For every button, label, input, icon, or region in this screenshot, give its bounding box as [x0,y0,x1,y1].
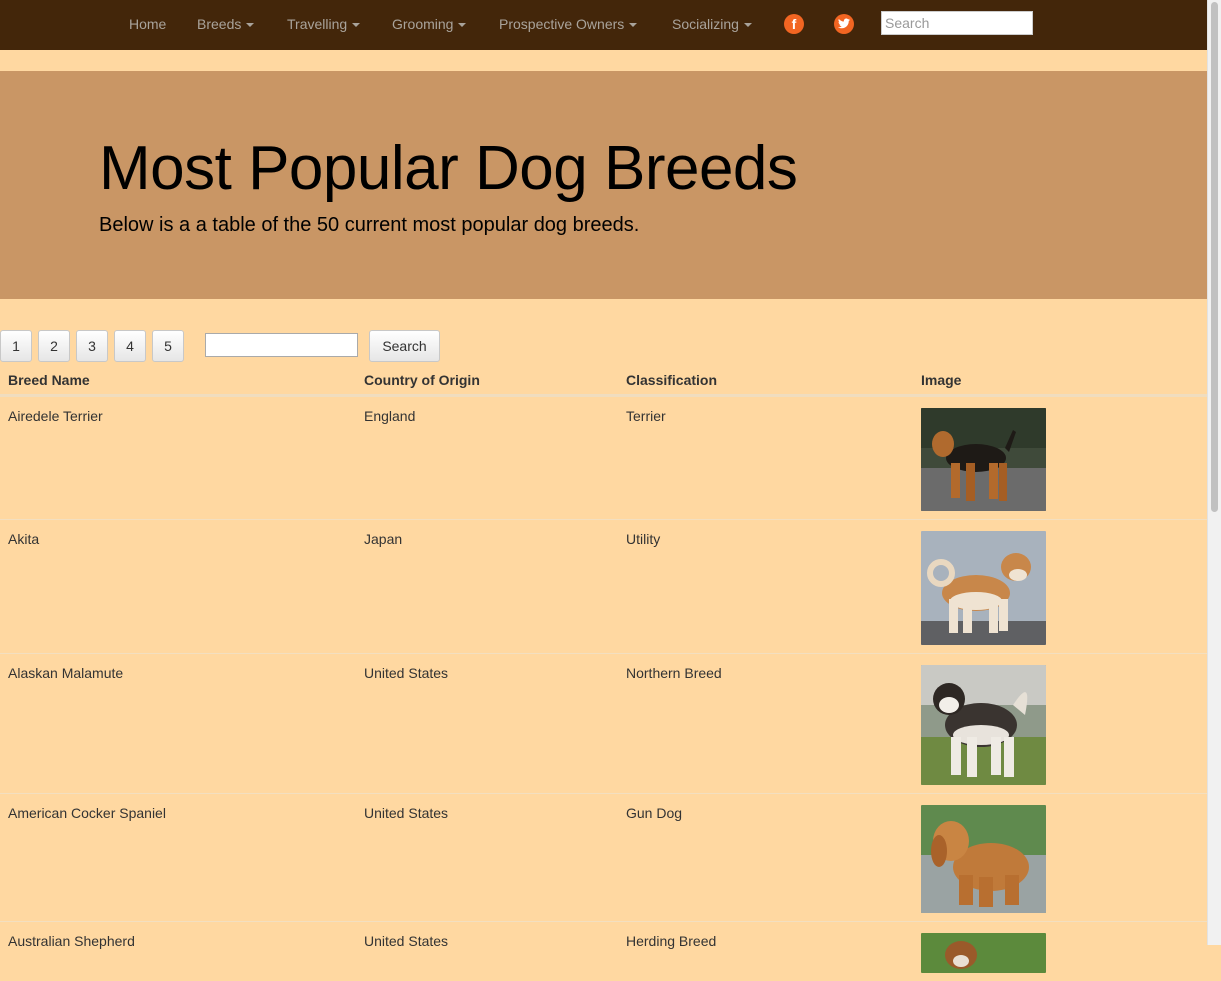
alaskan-malamute-photo [921,665,1046,785]
country-cell: United States [356,922,618,981]
country-cell: United States [356,654,618,794]
country-cell: Japan [356,520,618,654]
column-header-country[interactable]: Country of Origin [356,366,618,396]
nav-socializing-label: Socializing [672,16,739,32]
page-title: Most Popular Dog Breeds [99,133,797,204]
nav-breeds[interactable]: Breeds [197,0,254,50]
american-cocker-spaniel-photo [921,805,1046,913]
column-header-breed-name[interactable]: Breed Name [0,366,356,396]
table-row: Australian Shepherd United States Herdin… [0,922,1207,981]
chevron-down-icon [352,23,360,27]
breed-name-cell: Australian Shepherd [0,922,356,981]
chevron-down-icon [246,23,254,27]
classification-cell: Gun Dog [618,794,913,922]
nav-travelling[interactable]: Travelling [287,0,360,50]
image-cell [913,794,1207,922]
page-button-5[interactable]: 5 [152,330,184,362]
classification-cell: Terrier [618,396,913,520]
country-cell: United States [356,794,618,922]
breed-table: Breed Name Country of Origin Classificat… [0,366,1207,981]
page-button-4[interactable]: 4 [114,330,146,362]
column-header-classification[interactable]: Classification [618,366,913,396]
column-header-image[interactable]: Image [913,366,1207,396]
akita-photo [921,531,1046,645]
nav-search-input[interactable] [881,11,1033,35]
table-row: Akita Japan Utility [0,520,1207,654]
nav-grooming-label: Grooming [392,16,453,32]
nav-breeds-label: Breeds [197,16,241,32]
image-cell [913,520,1207,654]
table-header-row: Breed Name Country of Origin Classificat… [0,366,1207,396]
facebook-icon[interactable]: f [784,14,804,34]
top-navbar: Home Breeds Travelling Grooming Prospect… [0,0,1207,50]
breed-name-cell: Airedele Terrier [0,396,356,520]
image-cell [913,922,1207,981]
chevron-down-icon [458,23,466,27]
page-button-2[interactable]: 2 [38,330,70,362]
nav-prospective-owners[interactable]: Prospective Owners [499,0,637,50]
breed-name-cell: American Cocker Spaniel [0,794,356,922]
nav-home[interactable]: Home [129,0,166,50]
table-row: Airedele Terrier England Terrier [0,396,1207,520]
breed-name-cell: Akita [0,520,356,654]
table-search-input[interactable] [205,333,358,357]
image-cell [913,654,1207,794]
page-subtitle: Below is a a table of the 50 current mos… [99,214,639,237]
country-cell: England [356,396,618,520]
image-cell [913,396,1207,520]
page-button-1[interactable]: 1 [0,330,32,362]
table-row: Alaskan Malamute United States Northern … [0,654,1207,794]
nav-travelling-label: Travelling [287,16,347,32]
australian-shepherd-photo [921,933,1046,973]
scrollbar-thumb[interactable] [1211,2,1218,512]
twitter-icon[interactable] [834,14,854,34]
search-button[interactable]: Search [369,330,440,362]
airedale-terrier-photo [921,408,1046,511]
classification-cell: Utility [618,520,913,654]
classification-cell: Herding Breed [618,922,913,981]
page-scrollbar[interactable] [1207,0,1221,945]
chevron-down-icon [629,23,637,27]
chevron-down-icon [744,23,752,27]
nav-socializing[interactable]: Socializing [672,0,752,50]
classification-cell: Northern Breed [618,654,913,794]
page-button-3[interactable]: 3 [76,330,108,362]
nav-prospective-owners-label: Prospective Owners [499,16,624,32]
breed-name-cell: Alaskan Malamute [0,654,356,794]
nav-grooming[interactable]: Grooming [392,0,466,50]
table-row: American Cocker Spaniel United States Gu… [0,794,1207,922]
